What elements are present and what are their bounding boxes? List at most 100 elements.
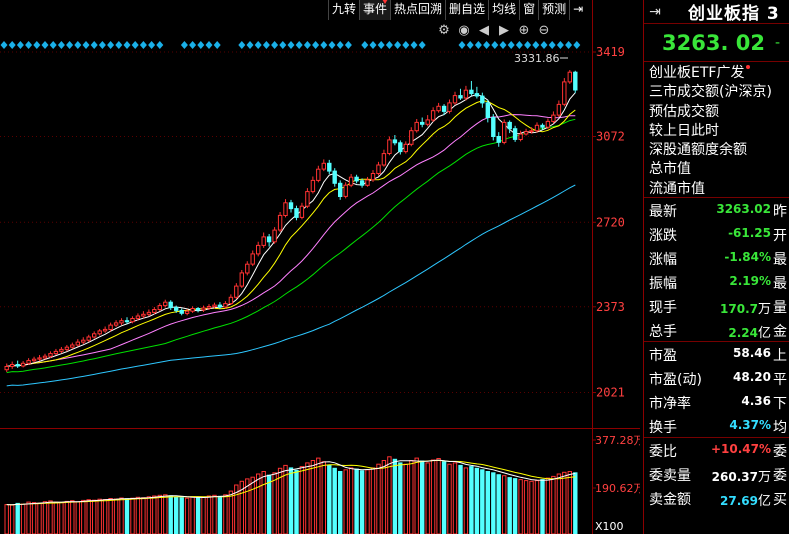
candle-body	[294, 208, 299, 218]
price-tick-label: 3072	[596, 130, 625, 144]
quote-row: 最新 3263.02 昨	[644, 198, 789, 222]
quote-value: 2.24亿	[728, 326, 771, 342]
quote-value: 58.46	[733, 346, 771, 361]
volume-bar	[266, 474, 272, 534]
info-row-label: 总市值	[649, 161, 691, 178]
candle-body	[556, 103, 562, 116]
candle-body	[234, 285, 239, 298]
toolbar-moving-average-button[interactable]: 均线	[488, 0, 520, 20]
index-title: 创业板指 3	[688, 4, 780, 24]
signal-diamond-icon	[156, 41, 164, 49]
quote-value: -61.25	[728, 226, 771, 241]
volume-bar	[430, 459, 436, 534]
candle-body	[283, 202, 288, 217]
volume-bar	[37, 502, 42, 534]
toolbar-collapse-icon[interactable]: ⇥	[569, 0, 587, 20]
volume-bar	[316, 457, 321, 534]
volume-bar	[152, 495, 157, 534]
candle-body	[206, 306, 212, 309]
toolbar-remove-watchlist-button[interactable]: 删自选	[445, 0, 489, 20]
quote-value: 260.37万	[711, 470, 771, 486]
quote-value: 27.69亿	[720, 494, 771, 510]
volume-bar	[381, 460, 387, 534]
volume-bar	[250, 476, 255, 534]
candle-body	[447, 102, 452, 112]
quote-header: ⇥ 创业板指 3	[644, 0, 789, 24]
candle-body	[469, 89, 474, 95]
collapse-panel-icon[interactable]: ⇥	[644, 2, 666, 22]
arrow-right-icon[interactable]: ▶	[496, 23, 512, 39]
candle-body	[64, 346, 70, 350]
quote-label: 市盈	[649, 348, 677, 365]
candle-body	[223, 303, 228, 308]
info-row-label: 较上日此时	[649, 122, 719, 139]
volume-bar	[97, 498, 102, 534]
toolbar-forecast-button[interactable]: 预测	[538, 0, 570, 20]
signal-diamond-icon	[16, 41, 24, 49]
candle-body	[545, 120, 551, 128]
arrow-left-icon[interactable]: ◀	[476, 23, 492, 39]
volume-bar	[223, 494, 228, 534]
quote-value: 3263.02	[716, 202, 771, 217]
quote-row: 涨跌 -61.25 开	[644, 222, 789, 246]
volume-bar	[179, 497, 184, 534]
volume-bar	[485, 471, 491, 534]
candle-body	[168, 301, 173, 309]
signal-diamond-icon	[418, 41, 426, 49]
candle-body	[97, 330, 102, 335]
volume-bar	[81, 499, 86, 534]
signal-diamond-icon	[41, 41, 49, 49]
signal-diamond-icon	[474, 41, 482, 49]
quote-unit: 亿	[757, 326, 771, 342]
volume-bar	[48, 500, 53, 534]
toolbar-event-button[interactable]: 事件	[359, 0, 391, 20]
kline-chart-area[interactable]: 3419 3072 2720 2373 2021 3331.86 377.28万 190.62…	[0, 0, 640, 534]
candle-body	[299, 205, 305, 218]
volume-bar	[409, 460, 414, 534]
candle-body	[26, 360, 31, 364]
signal-diamond-icon	[402, 41, 410, 49]
signal-diamond-icon	[499, 41, 507, 49]
info-row[interactable]: 创业板ETF广发	[644, 62, 789, 81]
volume-bar	[64, 500, 70, 534]
volume-bar	[447, 463, 452, 534]
volume-bar	[190, 496, 195, 534]
volume-bar	[31, 502, 37, 534]
candle-body	[53, 350, 59, 355]
volume-bar	[338, 471, 343, 534]
candle-body	[420, 121, 425, 125]
quote-value: 170.7万	[720, 302, 771, 318]
quote-suffix: 量	[773, 300, 787, 317]
volume-bar	[163, 494, 168, 534]
candle-body	[245, 263, 250, 274]
quote-value: 2.19%	[729, 274, 771, 289]
candle-body	[59, 348, 64, 352]
candle-body	[348, 176, 354, 186]
candle-body	[425, 119, 430, 125]
toolbar-jiuzhuan-button[interactable]: 九转	[328, 0, 360, 20]
volume-bar	[70, 500, 75, 534]
volume-bar	[288, 467, 294, 534]
candle-body	[376, 164, 381, 174]
kline-chart[interactable]: 3419 3072 2720 2373 2021 3331.86 377.28万 190.62…	[0, 0, 640, 534]
settings-gear-icon[interactable]: ⚙	[436, 23, 452, 39]
volume-bar	[474, 467, 480, 534]
toolbar-window-button[interactable]: 窗	[519, 0, 539, 20]
toolbar-hotspot-replay-button[interactable]: 热点回溯	[390, 0, 446, 20]
candle-body	[496, 136, 501, 143]
quote-label: 市净率	[649, 396, 691, 413]
zoom-in-icon[interactable]: ⊕	[516, 23, 532, 39]
price-tick-label: 2373	[596, 300, 625, 314]
candle-body	[562, 81, 567, 105]
signal-diamond-icon	[287, 41, 295, 49]
quote-label: 现手	[649, 300, 677, 317]
volume-bar	[26, 501, 31, 534]
volume-bar	[92, 499, 97, 534]
candle-body	[359, 180, 365, 186]
volume-bar	[343, 469, 348, 534]
candle-body	[184, 310, 190, 314]
info-row: 三市成交额(沪深京)	[644, 81, 789, 100]
volume-bar	[551, 475, 556, 534]
zoom-out-icon[interactable]: ⊖	[536, 23, 552, 39]
eye-icon[interactable]: ◉	[456, 23, 472, 39]
